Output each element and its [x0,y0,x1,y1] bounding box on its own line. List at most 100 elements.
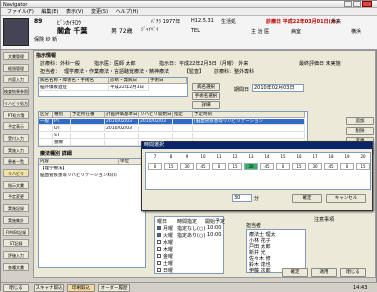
sidebar-item[interactable]: 予定変更 [3,192,29,201]
add-button[interactable]: 追加 [346,117,374,125]
order-cell[interactable] [193,133,305,139]
weekday-checkbox[interactable] [157,268,161,272]
time-option[interactable]: 指定なし(○) [177,225,205,232]
weekday-checkbox[interactable] [157,247,161,251]
menu-edit[interactable]: 編集(E) [41,8,58,16]
sidebar-item[interactable]: 検査結果参照 [3,87,29,96]
sidebar-item[interactable]: ST記録 [3,239,29,248]
disease-row-date[interactable]: 平成22年2月3日 [109,85,149,91]
sidebar-item[interactable]: 各種文書 [3,262,29,271]
order-cell[interactable]: ST [53,133,71,139]
weekday-checkbox[interactable] [157,240,161,244]
sidebar-item[interactable]: 文書管理 [3,52,29,60]
time-slot[interactable]: 30 [180,163,194,170]
order-cell[interactable] [39,140,53,146]
dialog-ok-button[interactable]: 確定 [292,194,322,203]
time-slot[interactable]: 15 [356,163,370,170]
sidebar-item[interactable]: 受付入力 [3,133,29,142]
order-cell[interactable] [173,133,193,139]
content-line-2[interactable]: 脳血管疾患等リハビリテーション料(Ⅰ) [39,173,145,179]
time-slot[interactable]: 45 [324,163,338,170]
detail-button[interactable]: 詳細 [192,101,220,109]
time-option[interactable]: 指定あり(○) [177,232,205,239]
sidebar-item[interactable]: 経過管理 [3,63,29,72]
menu-change[interactable]: 変更(S) [91,8,108,16]
sidebar-item[interactable]: 実施集計 [3,215,29,224]
sidebar-item[interactable]: 予定表示 [3,122,29,131]
order-header: 計画評価基準日 [105,112,139,118]
sidebar-item[interactable]: リハビリ処方 [3,98,29,107]
time-slot[interactable]: 30 [308,163,322,170]
order-cell[interactable]: OT [53,126,71,132]
rehab-section-label: 療法種別 詳細 [40,151,72,157]
weekday-checkbox[interactable] [157,254,161,258]
sidebar-item[interactable]: リハビリ [3,169,29,177]
order-cell[interactable] [173,119,193,125]
time-slot[interactable]: 30 [244,163,258,170]
order-cell[interactable]: 2010/02/03 [139,119,173,125]
order-cell[interactable] [139,126,173,132]
content-line-1[interactable]: 【理学療法】 [39,166,145,172]
confirm-button[interactable]: 確定 [282,268,308,277]
sidebar-item[interactable]: 指示文書 [3,180,29,189]
staff-list[interactable]: 療法士 理太 小林 花子 戸田 太郎 新井 光佐々木 修鈴木 達也 伊藤 次郎 [246,229,306,274]
close-window-button[interactable] [362,1,372,7]
order-cell[interactable] [105,140,139,146]
close-button[interactable]: 閉じる [340,268,366,277]
order-cell[interactable]: 2010/02/03 [105,126,139,132]
staff-item[interactable]: 伊藤 次郎 [249,267,271,274]
start-time[interactable]: 10:00 [207,225,221,231]
sidebar-item[interactable]: 評価入力 [3,250,29,259]
weekday-checkbox[interactable] [157,233,161,237]
order-cell[interactable]: 一般 [39,119,53,125]
sidebar-item[interactable]: 患者一覧 [3,157,29,166]
order-cell[interactable] [71,126,105,132]
time-slot[interactable]: 0 [212,163,226,170]
time-slot[interactable]: 0 [276,163,290,170]
order-cell[interactable] [71,119,105,125]
order-cell[interactable]: 独療 [53,140,71,146]
minimize-button[interactable] [344,1,352,7]
period-date-field[interactable]: 2010年02月03日 [252,84,304,92]
order-cell[interactable] [71,133,105,139]
order-cell[interactable]: 2010/02/03 [105,119,139,125]
time-slot[interactable]: 0 [340,163,354,170]
order-cell[interactable]: [脳血管疾患等リハビリテーション [193,119,305,125]
apply-button[interactable]: 適用 [311,268,337,277]
order-cell[interactable] [105,133,139,139]
delete-button[interactable]: 削除 [346,127,374,135]
time-slot[interactable]: 15 [164,163,178,170]
sidebar-item[interactable]: 実施記録 [3,204,29,213]
order-cell[interactable] [71,140,105,146]
order-cell[interactable] [39,133,53,139]
weekday-checkbox[interactable] [157,261,161,265]
status-outpatient: 外来 [331,19,342,25]
order-cell[interactable] [39,126,53,132]
title-bar: Navigator [1,1,377,8]
menu-view[interactable]: 表示(V) [66,8,83,16]
time-slot[interactable]: 45 [260,163,274,170]
patient-ward: 保険 紗 新 [34,37,58,43]
order-cell[interactable] [139,133,173,139]
time-slot[interactable]: 15 [228,163,242,170]
order-cell[interactable]: PT [53,119,71,125]
menu-help[interactable]: ヘルプ(H) [116,8,139,16]
time-slot[interactable]: 15 [292,163,306,170]
select-surgery-button[interactable]: 手術名選択 [192,92,220,100]
sidebar-item[interactable]: 実施入力 [3,145,29,154]
select-disease-button[interactable]: 病名選択 [192,83,220,91]
menu-file[interactable]: ファイル(F) [7,8,34,16]
weekday-checkbox[interactable] [157,226,161,230]
dialog-cancel-button[interactable]: キャンセル [326,194,366,203]
order-cell[interactable] [173,126,193,132]
time-slot[interactable]: 0 [148,163,162,170]
order-cell[interactable] [193,126,305,132]
minutes-field[interactable]: 30 [232,194,252,202]
start-time[interactable]: 10:00 [207,232,221,238]
time-slot[interactable]: 45 [196,163,210,170]
maximize-button[interactable] [353,1,361,7]
sidebar-item[interactable]: PT処方箋 [3,110,29,119]
sidebar-item[interactable]: 内容入力 [3,75,29,84]
disease-row-name[interactable]: 脳外傷後遺症 [39,85,109,91]
sidebar-item[interactable]: FIM/BI記録 [3,227,29,236]
